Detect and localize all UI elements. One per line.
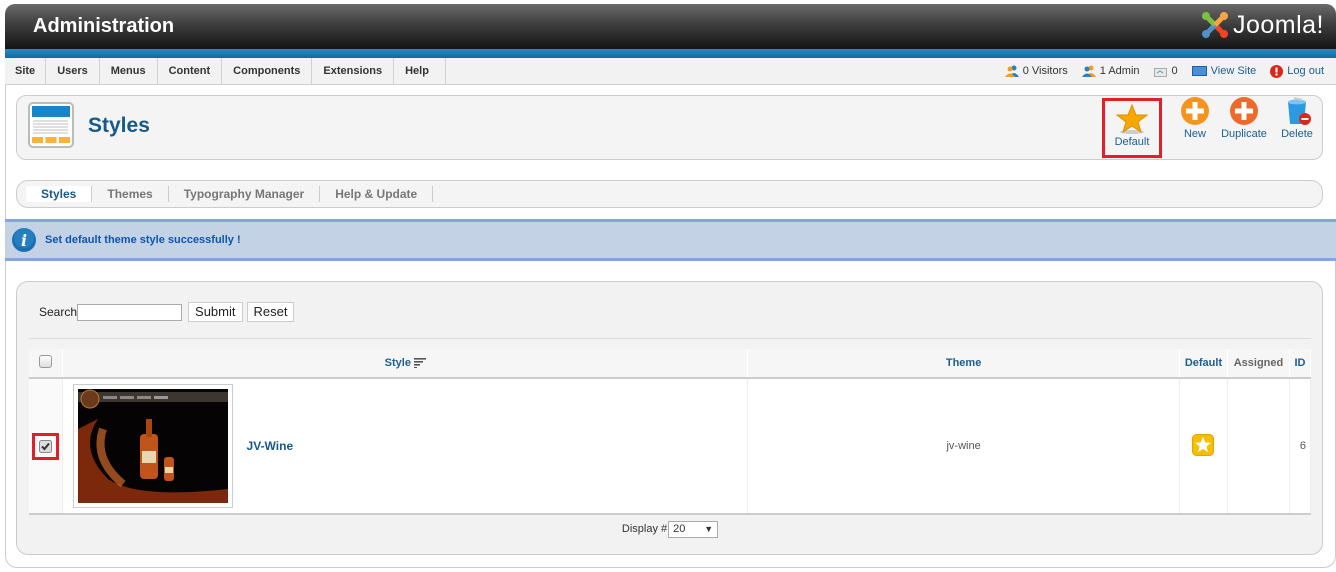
joomla-logo-text: Joomla! xyxy=(1232,10,1324,39)
style-thumbnail[interactable] xyxy=(73,384,234,508)
styles-list-panel: Search Submit Reset Style Theme Default … xyxy=(16,281,1323,555)
display-limit-select[interactable]: 20 ▼ xyxy=(668,520,719,538)
header-accent-bar xyxy=(5,49,1336,58)
toolbar: Styles Default New Duplicate Delete xyxy=(16,95,1323,160)
menu-help[interactable]: Help xyxy=(394,58,446,84)
id-cell: 6 xyxy=(1289,378,1312,515)
messages-status[interactable]: 0 xyxy=(1153,65,1178,77)
admins-count: 1 Admin xyxy=(1099,65,1140,77)
style-name-link[interactable]: JV-Wine xyxy=(247,439,294,453)
tab-styles[interactable]: Styles xyxy=(26,186,93,202)
search-input[interactable] xyxy=(77,303,183,321)
visitors-count: 0 Visitors xyxy=(1022,65,1068,77)
message-icon xyxy=(1153,66,1168,77)
styles-page-icon xyxy=(28,102,74,148)
system-message: i Set default theme style successfully ! xyxy=(5,219,1336,261)
admin-header: Administration Joomla! xyxy=(5,4,1336,49)
menu-site[interactable]: Site xyxy=(5,58,47,84)
visitors-status: 0 Visitors xyxy=(1004,65,1068,77)
display-label: Display # xyxy=(621,523,668,535)
tab-help-update[interactable]: Help & Update xyxy=(320,186,434,202)
logout-icon xyxy=(1270,64,1284,78)
row-checkbox[interactable] xyxy=(39,439,53,453)
trash-icon xyxy=(1288,97,1311,125)
new-button[interactable]: New xyxy=(1175,96,1215,150)
id-column-header[interactable]: ID xyxy=(1289,349,1312,379)
select-all-checkbox[interactable] xyxy=(39,355,53,368)
row-checkbox-highlight xyxy=(32,432,60,460)
theme-cell: jv-wine xyxy=(747,378,1180,515)
logout-link[interactable]: Log out xyxy=(1270,64,1324,78)
users-icon xyxy=(1004,65,1019,77)
sort-icon xyxy=(414,358,427,369)
table-row: JV-Wine jv-wine 6 xyxy=(29,378,1312,515)
plus-icon xyxy=(1181,97,1209,125)
assigned-cell xyxy=(1227,378,1290,515)
main-menu-bar: Site Users Menus Content Components Exte… xyxy=(5,58,1336,85)
style-cell: JV-Wine xyxy=(62,378,749,515)
search-filter: Search Submit Reset xyxy=(39,302,298,322)
menu-content[interactable]: Content xyxy=(158,58,223,84)
reset-button[interactable]: Reset xyxy=(246,302,295,322)
view-site-label: View Site xyxy=(1210,65,1257,77)
admin-title: Administration xyxy=(33,15,175,37)
view-site-link[interactable]: View Site xyxy=(1191,65,1257,77)
delete-button[interactable]: Delete xyxy=(1277,96,1317,150)
default-column-header[interactable]: Default xyxy=(1179,349,1228,379)
default-button[interactable]: Default xyxy=(1102,98,1162,158)
default-label: Default xyxy=(1114,136,1150,148)
admin-users-icon xyxy=(1081,65,1096,77)
row-select-cell xyxy=(29,378,64,515)
menu-menus[interactable]: Menus xyxy=(100,58,158,84)
menu-users[interactable]: Users xyxy=(46,58,100,84)
duplicate-label: Duplicate xyxy=(1221,128,1267,140)
new-label: New xyxy=(1183,128,1206,140)
table-header-row: Style Theme Default Assigned ID xyxy=(29,349,1312,379)
admins-status: 1 Admin xyxy=(1081,65,1140,77)
search-label: Search xyxy=(39,305,78,319)
theme-column-header[interactable]: Theme xyxy=(747,349,1180,379)
joomla-logo-icon xyxy=(1201,12,1228,38)
page-title: Styles xyxy=(88,114,150,137)
star-icon xyxy=(1116,104,1148,134)
divider xyxy=(29,338,1311,339)
assigned-column-header: Assigned xyxy=(1227,349,1290,379)
submenu-tabs: Styles Themes Typography Manager Help & … xyxy=(16,180,1323,208)
default-cell xyxy=(1179,378,1228,515)
dropdown-arrow-icon: ▼ xyxy=(704,524,714,534)
menu-components[interactable]: Components xyxy=(222,58,313,84)
joomla-logo: Joomla! xyxy=(1200,10,1324,40)
svg-text:i: i xyxy=(21,231,27,250)
select-all-header xyxy=(29,349,64,379)
delete-label: Delete xyxy=(1281,128,1313,140)
wine-template-preview xyxy=(78,389,229,503)
duplicate-button[interactable]: Duplicate xyxy=(1214,96,1274,150)
status-bar: 0 Visitors 1 Admin 0 View Site Log out xyxy=(991,58,1324,84)
plus-icon xyxy=(1230,97,1258,125)
pagination-footer: Display # 20 ▼ xyxy=(29,514,1311,544)
default-star-icon[interactable] xyxy=(1192,433,1215,456)
tab-typography-manager[interactable]: Typography Manager xyxy=(169,186,321,202)
message-text: Set default theme style successfully ! xyxy=(45,234,241,246)
menu-extensions[interactable]: Extensions xyxy=(312,58,395,84)
monitor-icon xyxy=(1191,66,1207,76)
styles-table: Style Theme Default Assigned ID JV-Wine … xyxy=(29,349,1312,515)
info-icon: i xyxy=(12,228,36,252)
style-column-header[interactable]: Style xyxy=(62,349,749,379)
tab-themes[interactable]: Themes xyxy=(92,186,169,202)
style-column-label: Style xyxy=(384,357,411,369)
content-border xyxy=(5,85,6,219)
display-limit-value: 20 xyxy=(673,523,686,535)
logout-label: Log out xyxy=(1287,65,1324,77)
submit-button[interactable]: Submit xyxy=(188,302,243,322)
messages-count: 0 xyxy=(1171,65,1178,77)
